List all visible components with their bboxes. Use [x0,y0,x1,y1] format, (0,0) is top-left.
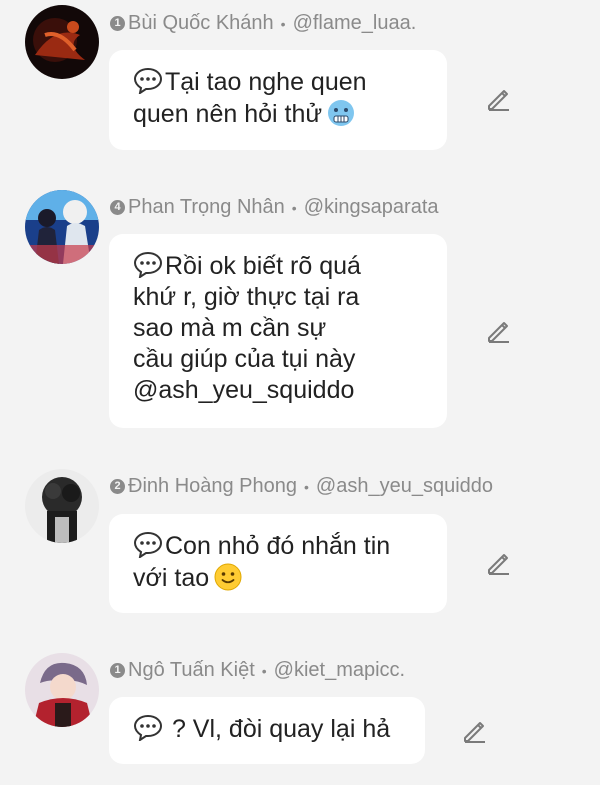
author-handle[interactable]: @flame_luaa. [293,12,417,35]
edit-pencil-icon[interactable] [485,86,511,112]
edit-pencil-icon[interactable] [485,550,511,576]
comment-meta: 2 Đinh Hoàng Phong • @ash_yeu_squiddo [110,475,493,498]
edit-pencil-icon[interactable] [461,718,487,744]
avatar[interactable] [25,653,99,727]
message-line: với tao [133,564,210,592]
message-line: ? Vl, đòi quay lại hả [165,715,391,743]
separator-dot: • [280,15,286,32]
author-handle[interactable]: @kingsaparata [304,196,439,219]
edit-pencil-icon[interactable] [485,318,511,344]
message-line: Con nhỏ đó nhắn tin [165,532,391,560]
rank-badge: 1 [110,16,125,31]
avatar[interactable] [25,190,99,264]
rank-badge: 4 [110,200,125,215]
separator-dot: • [304,478,309,495]
comment-meta: 1 Bùi Quốc Khánh • @flame_luaa. [110,12,416,35]
message-line: cầu giúp của tụi này [133,345,356,373]
speech-bubble-icon [133,67,163,94]
message-bubble[interactable]: ? Vl, đòi quay lại hả [109,697,425,764]
speech-bubble-icon [133,531,163,558]
author-name[interactable]: Ngô Tuấn Kiệt [128,659,255,682]
rank-badge: 1 [110,663,125,678]
comment-meta: 4 Phan Trọng Nhân • @kingsaparata [110,196,439,219]
speech-bubble-icon [133,714,163,741]
message-bubble[interactable]: Tại tao nghe quen quen nên hỏi thử [109,50,447,150]
message-bubble[interactable]: Rồi ok biết rõ quá khứ r, giờ thực tại r… [109,234,447,428]
rank-badge: 2 [110,479,125,494]
author-name[interactable]: Đinh Hoàng Phong [128,475,297,498]
separator-dot: • [291,199,297,216]
slight-smile-icon [214,563,242,591]
author-name[interactable]: Phan Trọng Nhân [128,196,285,219]
separator-dot: • [261,662,267,679]
message-line: Tại tao nghe quen [165,68,367,96]
message-line: sao mà m cần sự [133,314,327,342]
avatar[interactable] [25,469,99,543]
message-line: Rồi ok biết rõ quá [165,252,361,280]
message-bubble[interactable]: Con nhỏ đó nhắn tin với tao [109,514,447,613]
author-handle[interactable]: @kiet_mapicc. [274,659,405,682]
message-line: khứ r, giờ thực tại ra [133,283,360,311]
author-name[interactable]: Bùi Quốc Khánh [128,12,274,35]
speech-bubble-icon [133,251,163,278]
mention-link[interactable]: @ash_yeu_squiddo [133,376,354,404]
cold-face-icon [328,100,355,126]
comment-meta: 1 Ngô Tuấn Kiệt • @kiet_mapicc. [110,659,405,682]
message-line: quen nên hỏi thử [133,100,323,128]
avatar[interactable] [25,5,99,79]
author-handle[interactable]: @ash_yeu_squiddo [316,475,493,498]
